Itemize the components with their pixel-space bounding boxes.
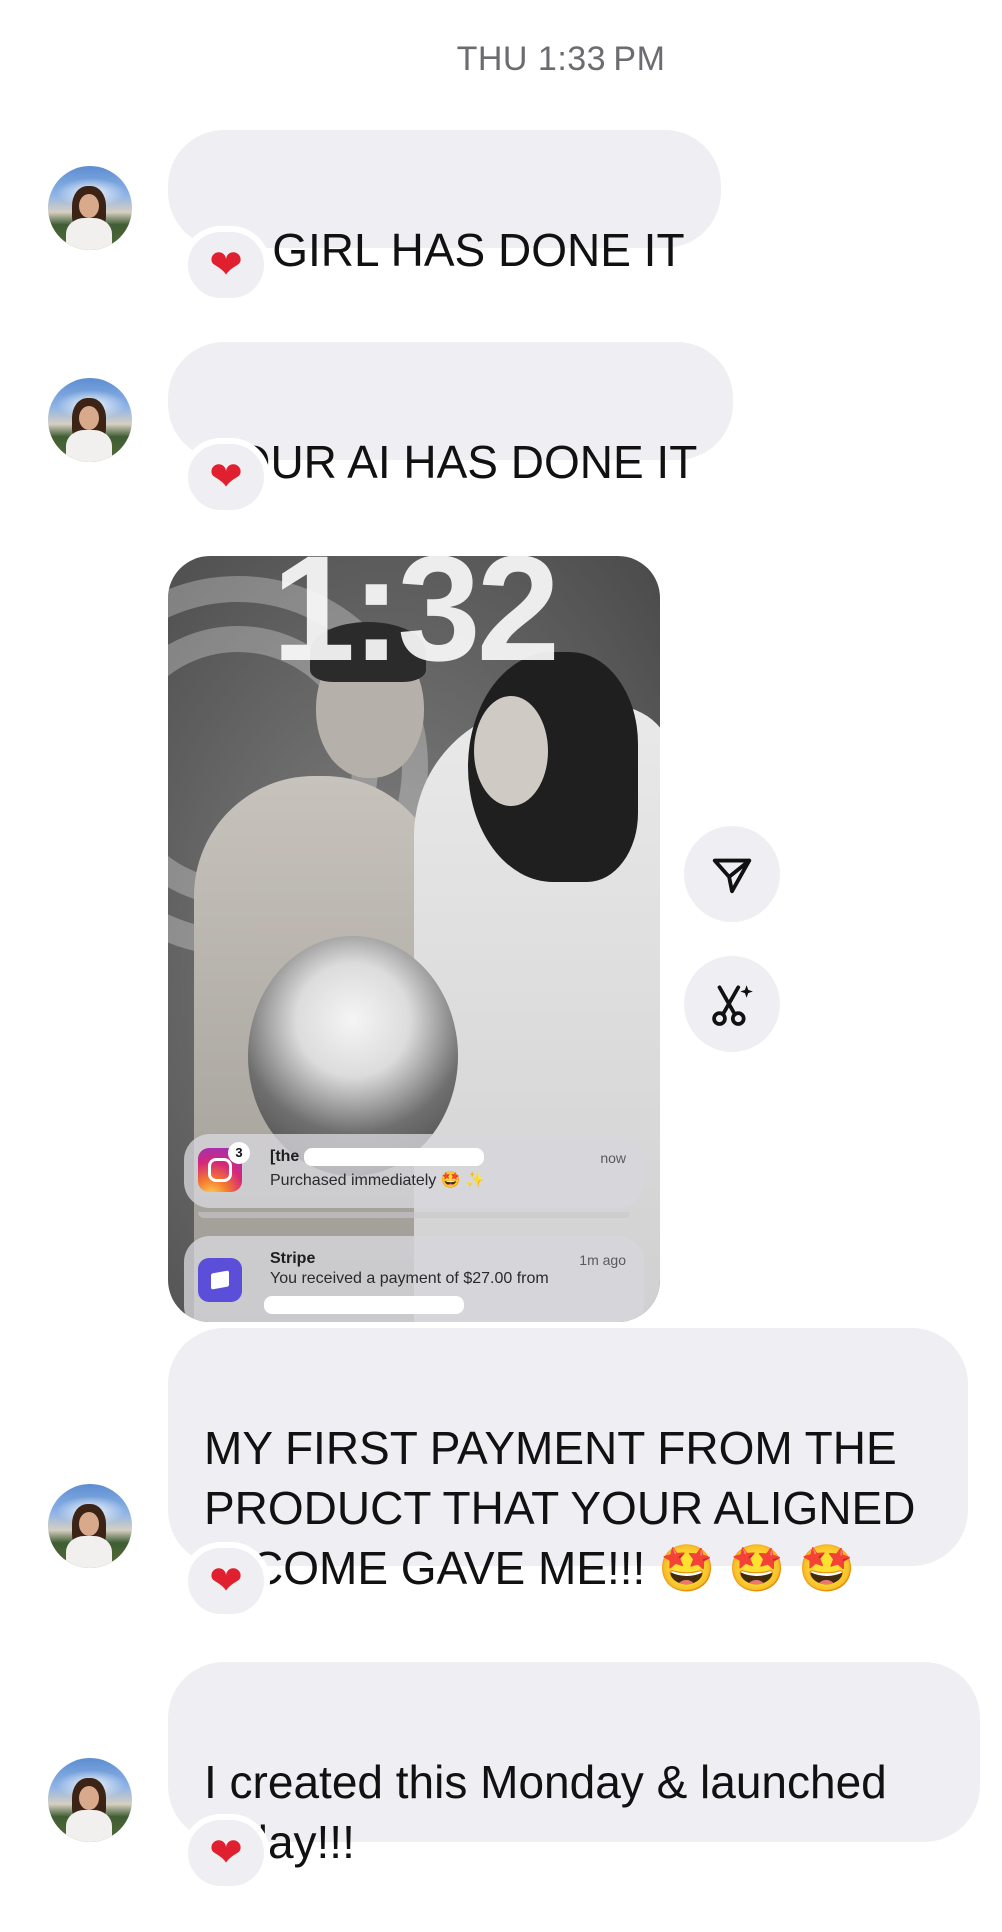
- notification-text: You received a payment of $27.00 from: [270, 1270, 549, 1287]
- sender-avatar[interactable]: [48, 378, 132, 462]
- notification-time: 1m ago: [579, 1252, 626, 1268]
- heart-icon: ❤: [209, 1558, 243, 1604]
- stripe-icon: [198, 1258, 242, 1302]
- heart-reaction[interactable]: ❤: [182, 1542, 270, 1620]
- heart-reaction[interactable]: ❤: [182, 438, 270, 516]
- heart-reaction[interactable]: ❤: [182, 226, 270, 304]
- scissors-sparkle-icon: [712, 985, 753, 1026]
- message-text: YOUR AI HAS DONE IT: [204, 436, 698, 488]
- heart-reaction[interactable]: ❤: [182, 1814, 270, 1892]
- send-icon: [712, 858, 752, 894]
- notification-stack-edge: [198, 1212, 630, 1218]
- message-bubble-1[interactable]: YA GIRL HAS DONE IT: [168, 130, 721, 276]
- heart-icon: ❤: [209, 1830, 243, 1876]
- message-bubble-4[interactable]: I created this Monday & launched today!!…: [168, 1662, 980, 1868]
- heart-icon: ❤: [209, 454, 243, 500]
- sender-avatar[interactable]: [48, 1758, 132, 1842]
- message-timestamp: THU 1:33 PM: [0, 40, 1002, 79]
- notification-title: Stripe: [270, 1250, 316, 1267]
- sender-avatar[interactable]: [48, 166, 132, 250]
- shared-screenshot-image[interactable]: 1:32 3 [the Purchased immediately 🤩 ✨ no…: [168, 556, 660, 1322]
- timestamp-text: THU 1:33 PM: [456, 40, 666, 78]
- notification-text: Purchased immediately 🤩 ✨: [270, 1172, 486, 1189]
- instagram-notification: 3 [the Purchased immediately 🤩 ✨ now: [184, 1134, 644, 1208]
- redaction-mark: [264, 1296, 464, 1314]
- message-text: I created this Monday & launched today!!…: [204, 1756, 887, 1868]
- notification-time: now: [600, 1150, 626, 1166]
- remix-button[interactable]: [684, 956, 780, 1052]
- lockscreen-clock: 1:32: [271, 556, 560, 692]
- redaction-mark: [304, 1148, 484, 1166]
- message-bubble-3[interactable]: MY FIRST PAYMENT FROM THE PRODUCT THAT Y…: [168, 1328, 968, 1594]
- message-text: YA GIRL HAS DONE IT: [204, 224, 685, 276]
- sender-avatar[interactable]: [48, 1484, 132, 1568]
- message-text: MY FIRST PAYMENT FROM THE PRODUCT THAT Y…: [204, 1422, 916, 1594]
- message-bubble-2[interactable]: YOUR AI HAS DONE IT: [168, 342, 734, 488]
- share-button[interactable]: [684, 826, 780, 922]
- notification-title: [the: [270, 1148, 300, 1165]
- stripe-notification: Stripe You received a payment of $27.00 …: [184, 1236, 644, 1322]
- notification-badge: 3: [228, 1142, 250, 1164]
- heart-icon: ❤: [209, 242, 243, 288]
